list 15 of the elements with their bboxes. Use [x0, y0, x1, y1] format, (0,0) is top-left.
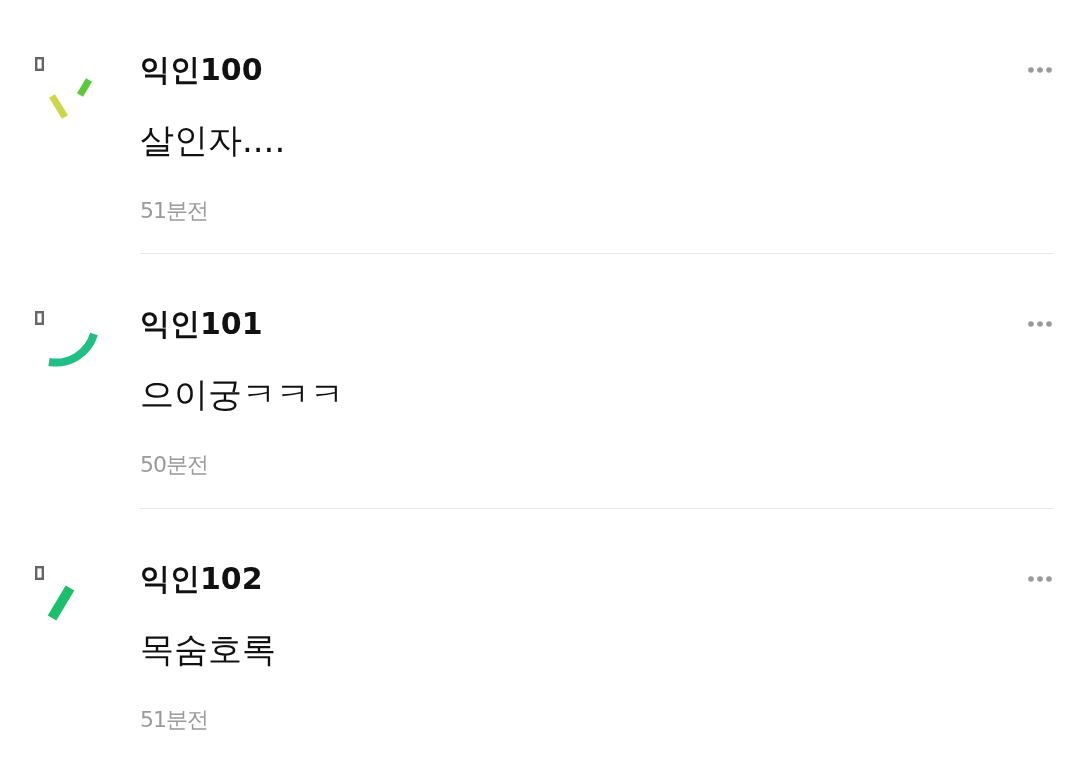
missing-glyph-icon	[35, 311, 44, 326]
missing-glyph-icon	[35, 565, 44, 580]
comment-time: 51분전	[140, 198, 208, 224]
more-icon[interactable]	[1028, 321, 1052, 328]
author-name: 익인101	[140, 306, 263, 343]
author-name: 익인100	[140, 52, 263, 88]
comment-text: 살인자....	[140, 120, 286, 161]
comment-text: 으이궁ㅋㅋㅋ	[140, 374, 344, 416]
comment-time: 51분전	[140, 706, 208, 733]
comment-text: 목숨호록	[140, 628, 276, 670]
comment-time: 50분전	[140, 452, 208, 479]
author-name: 익인102	[140, 560, 263, 597]
more-icon[interactable]	[1028, 575, 1052, 582]
more-icon[interactable]	[1028, 67, 1052, 73]
missing-glyph-icon	[35, 57, 44, 71]
